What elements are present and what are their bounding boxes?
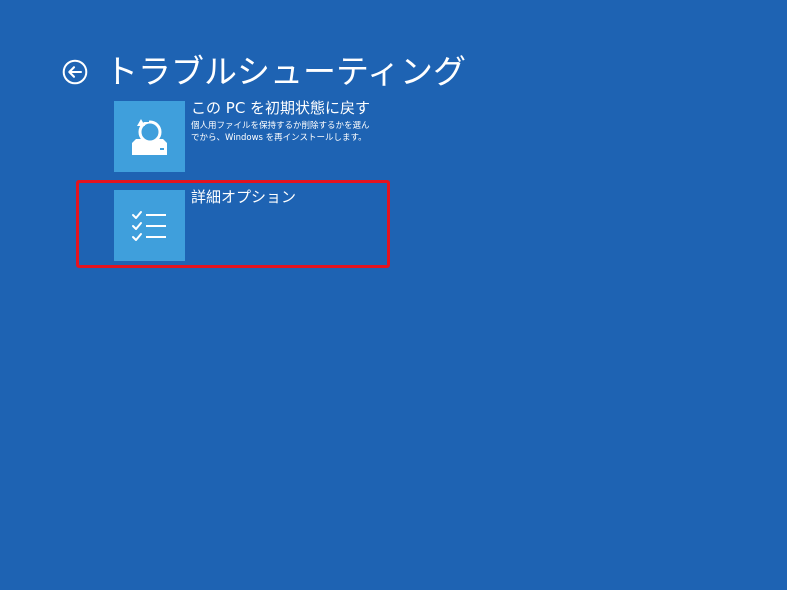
advanced-options-title[interactable]: 詳細オプション	[191, 187, 371, 207]
page-title: トラブルシューティング	[105, 52, 467, 92]
reset-pc-title[interactable]: この PC を初期状態に戻す	[191, 98, 371, 118]
advanced-options-option[interactable]: 詳細オプション	[114, 187, 384, 261]
reset-pc-option[interactable]: この PC を初期状態に戻す 個人用ファイルを保持するか削除するかを選んでから、…	[114, 98, 384, 172]
reset-pc-icon	[132, 119, 167, 155]
reset-pc-text: この PC を初期状態に戻す 個人用ファイルを保持するか削除するかを選んでから、…	[191, 98, 371, 144]
advanced-options-text: 詳細オプション	[191, 187, 371, 207]
back-button[interactable]	[62, 59, 88, 85]
back-arrow-icon	[62, 59, 88, 85]
reset-pc-tile[interactable]	[114, 101, 185, 172]
reset-pc-description: 個人用ファイルを保持するか削除するかを選んでから、Windows を再インストー…	[191, 121, 370, 143]
advanced-options-tile[interactable]	[114, 190, 185, 261]
checklist-icon	[132, 211, 166, 241]
